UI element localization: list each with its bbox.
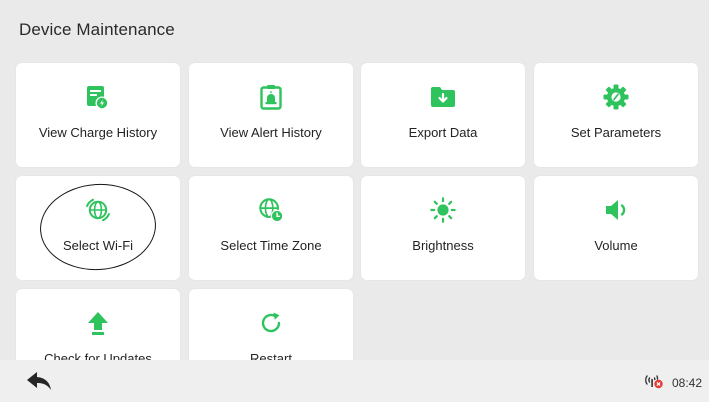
brightness-button[interactable]: Brightness [361,176,525,280]
tile-label: Check for Updates [44,351,152,360]
gear-icon [603,84,629,110]
alert-history-icon [258,84,284,110]
select-time-zone-button[interactable]: Select Time Zone [189,176,353,280]
tile-label: Export Data [408,125,478,140]
tile-label: Set Parameters [570,125,662,140]
sun-icon [430,197,456,223]
back-arrow-icon[interactable] [24,368,54,394]
main-grid: Device Maintenance View Charge History V… [0,0,709,360]
export-data-button[interactable]: Export Data [361,63,525,167]
refresh-icon [258,310,284,336]
view-charge-history-button[interactable]: View Charge History [16,63,180,167]
set-parameters-button[interactable]: Set Parameters [534,63,698,167]
wifi-globe-icon [85,197,111,223]
tile-label: View Alert History [220,125,322,140]
tile-label: Volume [594,238,638,253]
tile-label: Select Time Zone [220,238,322,253]
bottom-bar: 08:42 [0,360,709,402]
restart-button[interactable]: Restart [189,289,353,360]
status-area: 08:42 [644,373,702,392]
tile-label: Restart [250,351,292,360]
export-folder-icon [430,84,456,110]
select-wifi-button[interactable]: Select Wi-Fi [16,176,180,280]
speaker-icon [603,197,629,223]
page-title: Device Maintenance [19,20,175,39]
charge-history-icon [85,84,111,110]
globe-clock-icon [258,197,284,223]
tile-label: Brightness [412,238,474,253]
tile-label: View Charge History [38,125,158,140]
tile-label: Select Wi-Fi [62,238,134,253]
check-for-updates-button[interactable]: Check for Updates [16,289,180,360]
arrow-up-icon [85,310,111,336]
clock-time: 08:42 [671,375,702,390]
view-alert-history-button[interactable]: View Alert History [189,63,353,167]
volume-button[interactable]: Volume [534,176,698,280]
network-disconnected-icon [644,373,664,392]
